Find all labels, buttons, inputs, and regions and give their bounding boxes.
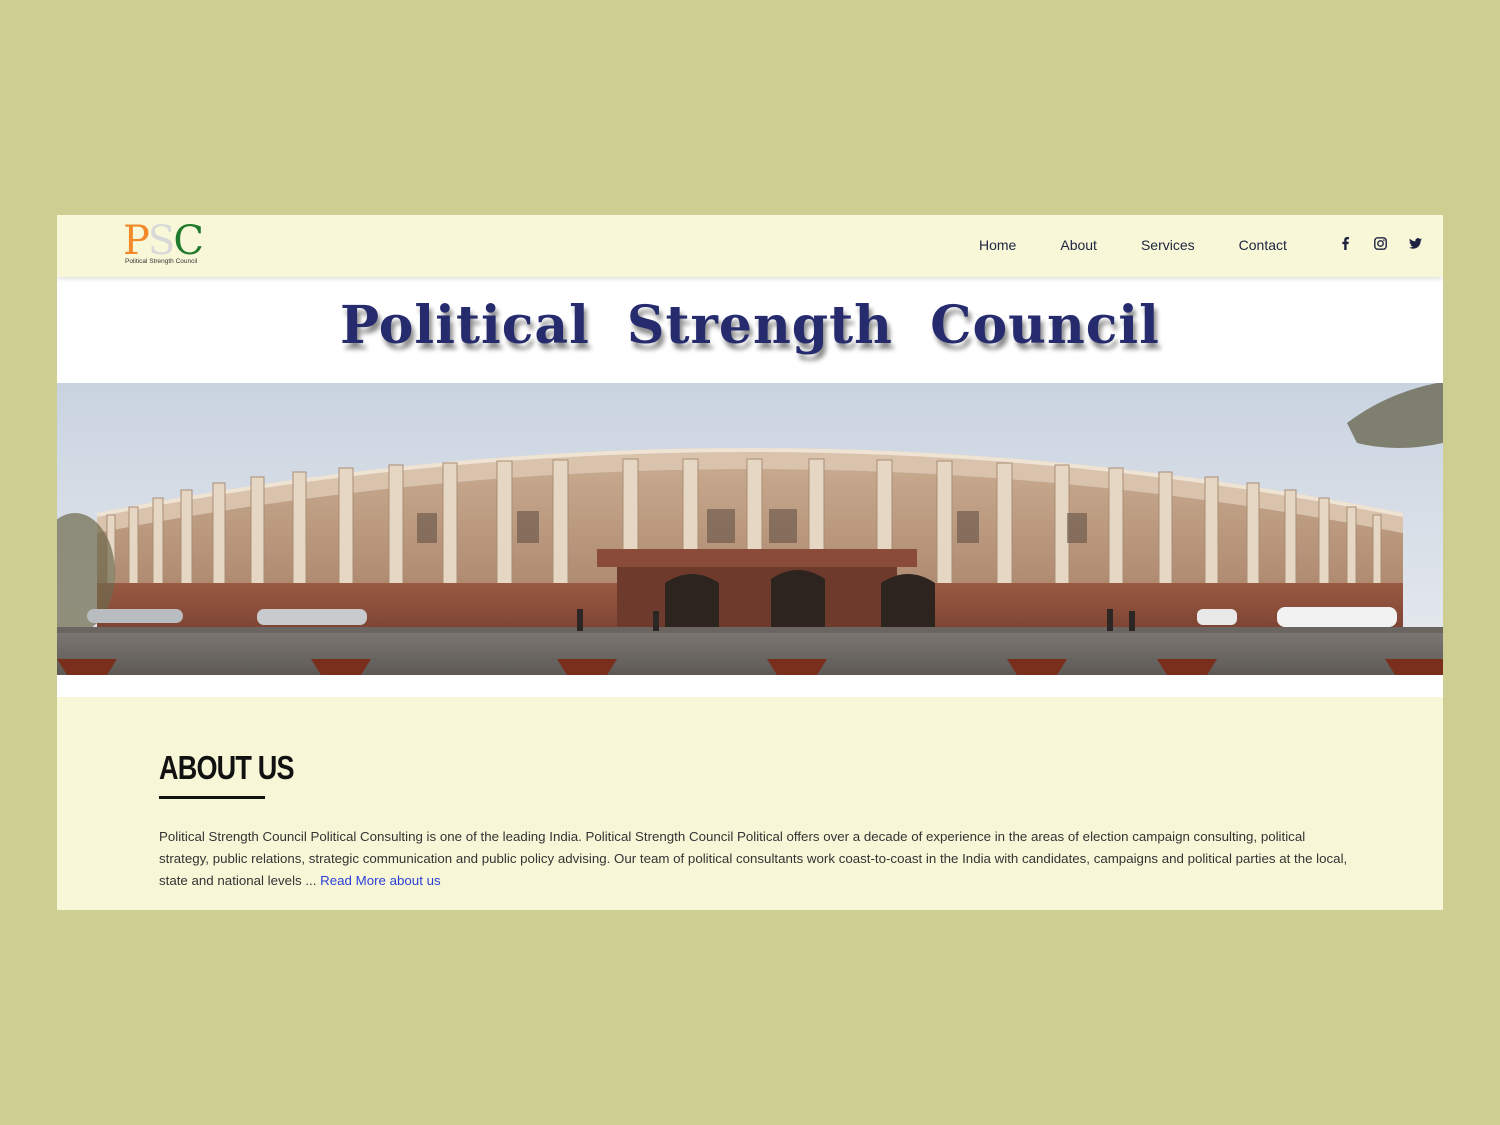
hero-image — [57, 383, 1443, 675]
twitter-icon[interactable] — [1408, 235, 1422, 251]
nav-contact[interactable]: Contact — [1239, 235, 1287, 255]
social-links — [1338, 235, 1422, 251]
about-body: Political Strength Council Political Con… — [159, 826, 1349, 892]
nav-about[interactable]: About — [1060, 235, 1097, 255]
instagram-icon[interactable] — [1373, 235, 1387, 251]
about-heading: ABOUT US — [159, 749, 295, 786]
logo-letters: PSC — [123, 219, 204, 263]
nav-home[interactable]: Home — [979, 235, 1016, 255]
title-band: Political Strength Council — [57, 277, 1443, 383]
site-title: Political Strength Council — [340, 295, 1160, 356]
facebook-icon[interactable] — [1338, 235, 1352, 251]
website-frame: PSC Political Strength Council Home Abou… — [57, 215, 1443, 910]
nav-services[interactable]: Services — [1141, 235, 1195, 255]
read-more-link[interactable]: Read More about us — [320, 873, 440, 888]
section-divider — [57, 675, 1443, 697]
logo-tagline: Political Strength Council — [125, 258, 198, 265]
about-section: ABOUT US Political Strength Council Poli… — [57, 697, 1443, 910]
site-header: PSC Political Strength Council Home Abou… — [57, 215, 1443, 277]
parliament-building-photo — [57, 383, 1443, 675]
main-nav: Home About Services Contact — [979, 235, 1287, 255]
psc-logo[interactable]: PSC Political Strength Council — [123, 219, 207, 269]
about-heading-underline — [159, 796, 265, 799]
